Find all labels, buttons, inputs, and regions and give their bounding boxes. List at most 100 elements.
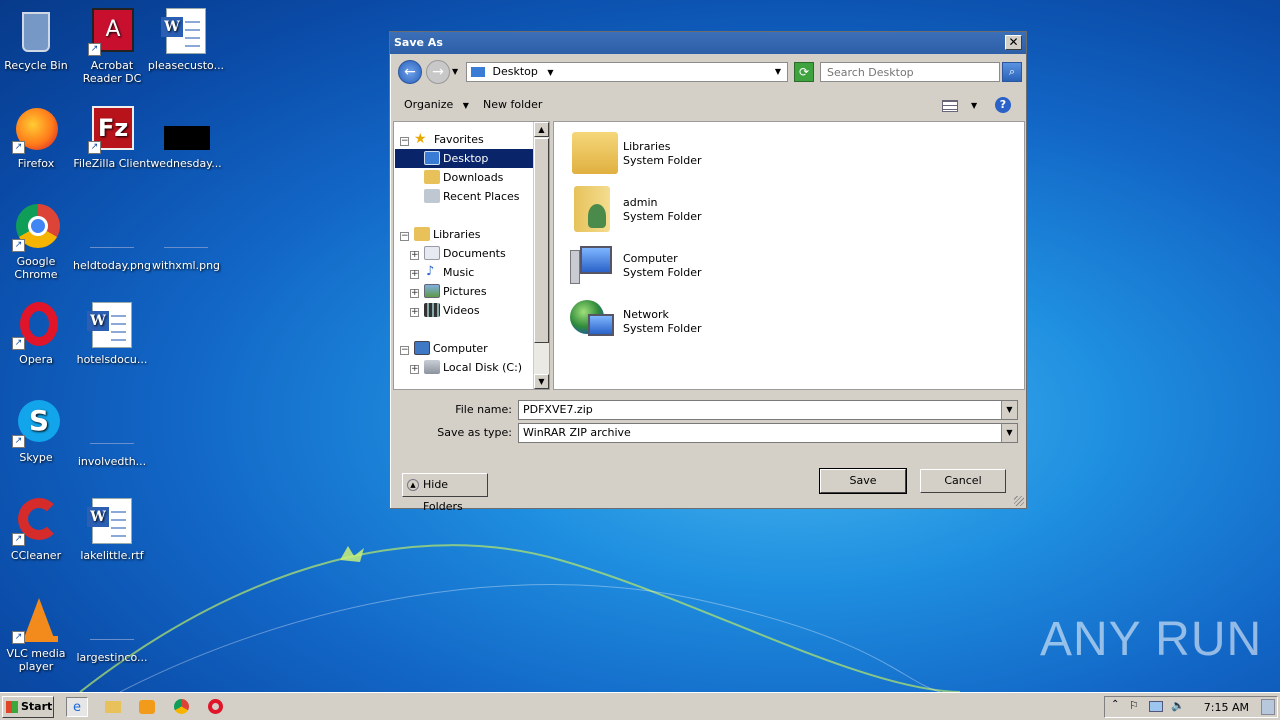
- tree-documents[interactable]: Documents: [424, 244, 534, 263]
- desktop-icon-chrome[interactable]: ↗ Google Chrome: [0, 204, 75, 281]
- user-avatar-icon: [588, 204, 606, 228]
- back-button[interactable]: ←: [398, 60, 422, 84]
- desktop-icon-acrobat[interactable]: A ↗ Acrobat Reader DC: [73, 8, 151, 85]
- shortcut-arrow-icon: ↗: [12, 533, 25, 546]
- save-type-label: Save as type:: [437, 426, 512, 439]
- file-name-value: PDFXVE7.zip: [523, 403, 593, 416]
- desktop-folder-icon: [424, 151, 440, 165]
- tree-recent-places[interactable]: Recent Places: [424, 187, 534, 206]
- desktop-icon-lakelittle[interactable]: lakelittle.rtf: [73, 498, 151, 562]
- start-button[interactable]: Start: [2, 696, 54, 718]
- tree-local-disk[interactable]: Local Disk (C:): [424, 358, 534, 377]
- tree-music[interactable]: ♪ Music: [424, 263, 534, 282]
- filezilla-icon: Fz ↗: [88, 106, 136, 154]
- tree-videos[interactable]: Videos: [424, 301, 534, 320]
- desktop-icon-vlc[interactable]: ↗ VLC media player: [0, 596, 75, 673]
- save-type-select[interactable]: WinRAR ZIP archive ▼: [518, 423, 1018, 443]
- desktop-icon-ccleaner[interactable]: ↗ CCleaner: [0, 498, 75, 562]
- breadcrumb-chevron-icon[interactable]: ▼: [547, 68, 553, 77]
- expand-pictures-icon[interactable]: +: [410, 289, 419, 298]
- search-input[interactable]: [820, 62, 1000, 82]
- music-note-icon: ♪: [426, 264, 435, 279]
- list-item-computer[interactable]: Computer System Folder: [566, 242, 866, 292]
- tree-pictures[interactable]: Pictures: [424, 282, 534, 301]
- desktop-icon-withxml[interactable]: withxml.png: [147, 204, 225, 272]
- tree-libraries[interactable]: Libraries: [414, 225, 534, 244]
- save-type-dropdown-icon[interactable]: ▼: [1001, 424, 1017, 442]
- opera-taskbar-icon[interactable]: [204, 697, 226, 717]
- word-document-icon: [161, 8, 210, 56]
- downloads-folder-icon: [424, 170, 440, 184]
- media-player-icon[interactable]: [136, 697, 158, 717]
- refresh-button[interactable]: ⟳: [794, 62, 814, 82]
- view-dropdown-icon[interactable]: ▼: [971, 101, 977, 110]
- forward-button[interactable]: →: [426, 60, 450, 84]
- desktop-icon-firefox[interactable]: ↗ Firefox: [0, 106, 75, 170]
- explorer-folder-icon[interactable]: [102, 697, 124, 717]
- skype-icon: S ↗: [12, 400, 60, 448]
- clock[interactable]: 7:15 AM: [1204, 700, 1249, 716]
- list-item-libraries[interactable]: Libraries System Folder: [566, 130, 866, 180]
- action-center-flag-icon[interactable]: ⚐: [1129, 699, 1139, 712]
- taskbar: Start e ⌃ ⚐ 🔈 7:15 AM: [0, 692, 1280, 720]
- file-name-field[interactable]: PDFXVE7.zip ▼: [518, 400, 1018, 420]
- desktop-icon-skype[interactable]: S ↗ Skype: [0, 400, 75, 464]
- expand-local-disk-icon[interactable]: +: [410, 365, 419, 374]
- organize-menu[interactable]: Organize ▼: [404, 98, 469, 113]
- file-icon: [88, 404, 136, 452]
- expand-music-icon[interactable]: +: [410, 270, 419, 279]
- desktop-icon-hotelsdocu[interactable]: hotelsdocu...: [73, 302, 151, 366]
- navigation-scrollbar[interactable]: ▲ ▼: [533, 122, 549, 389]
- volume-icon[interactable]: 🔈: [1171, 699, 1185, 712]
- internet-explorer-icon[interactable]: e: [66, 697, 88, 717]
- address-bar[interactable]: Desktop ▼ ▼: [466, 62, 788, 82]
- view-options-icon[interactable]: [942, 100, 958, 112]
- tree-downloads[interactable]: Downloads: [424, 168, 534, 187]
- desktop-icon-pleasecusto[interactable]: pleasecusto...: [147, 8, 225, 72]
- show-hidden-icons-icon[interactable]: ⌃: [1111, 699, 1119, 710]
- desktop-icon-heldtoday[interactable]: heldtoday.png: [73, 204, 151, 272]
- computer-tower-icon: [570, 250, 580, 284]
- tree-desktop[interactable]: Desktop: [395, 149, 534, 168]
- cancel-button[interactable]: Cancel: [920, 469, 1006, 493]
- tree-computer[interactable]: Computer: [414, 339, 534, 358]
- collapse-computer-icon[interactable]: −: [400, 346, 409, 355]
- desktop-icon-recycle-bin[interactable]: Recycle Bin: [0, 8, 75, 72]
- tree-favorites[interactable]: ★ Favorites: [414, 130, 534, 149]
- address-location: Desktop: [492, 65, 538, 78]
- search-icon[interactable]: ⌕: [1002, 62, 1022, 82]
- hide-folders-button[interactable]: ▲ Hide Folders: [402, 473, 488, 513]
- collapse-libraries-icon[interactable]: −: [400, 232, 409, 241]
- list-item-network[interactable]: Network System Folder: [566, 298, 866, 348]
- expand-videos-icon[interactable]: +: [410, 308, 419, 317]
- file-name-dropdown-icon[interactable]: ▼: [1001, 401, 1017, 419]
- scroll-thumb[interactable]: [534, 138, 549, 343]
- file-list-pane[interactable]: Libraries System Folder admin System Fol…: [553, 121, 1025, 390]
- resize-grip-icon[interactable]: [1014, 496, 1024, 506]
- close-button[interactable]: ✕: [1005, 35, 1022, 50]
- network-tray-icon[interactable]: [1149, 701, 1163, 712]
- scroll-down-arrow-icon[interactable]: ▼: [534, 374, 549, 389]
- history-dropdown-icon[interactable]: ▼: [452, 67, 458, 76]
- desktop-icon-involvedth[interactable]: involvedth...: [73, 400, 151, 468]
- documents-icon: [424, 246, 440, 260]
- dialog-titlebar[interactable]: Save As ✕: [390, 32, 1026, 54]
- address-dropdown-icon[interactable]: ▼: [775, 63, 781, 81]
- vlc-cone-icon: ↗: [12, 596, 60, 644]
- new-folder-button[interactable]: New folder: [483, 98, 542, 112]
- help-icon[interactable]: ?: [995, 97, 1011, 113]
- chrome-taskbar-icon[interactable]: [170, 697, 192, 717]
- desktop-icon-largestinco[interactable]: largestinco...: [73, 596, 151, 664]
- desktop-icon-filezilla[interactable]: Fz ↗ FileZilla Client: [73, 106, 151, 170]
- scroll-up-arrow-icon[interactable]: ▲: [534, 122, 549, 137]
- list-item-admin[interactable]: admin System Folder: [566, 186, 866, 236]
- navigation-pane[interactable]: − ★ Favorites Desktop Downloads Recent P…: [393, 121, 550, 390]
- save-as-dialog: Save As ✕ ← → ▼ Desktop ▼ ▼ ⟳ ⌕ Organize…: [389, 31, 1027, 513]
- show-desktop-button[interactable]: [1261, 699, 1275, 715]
- desktop-icon-opera[interactable]: ↗ Opera: [0, 302, 75, 366]
- expand-documents-icon[interactable]: +: [410, 251, 419, 260]
- word-document-icon: [87, 498, 136, 546]
- desktop-icon-wednesday[interactable]: wednesday...: [147, 106, 225, 170]
- save-button[interactable]: Save: [819, 468, 907, 494]
- collapse-favorites-icon[interactable]: −: [400, 137, 409, 146]
